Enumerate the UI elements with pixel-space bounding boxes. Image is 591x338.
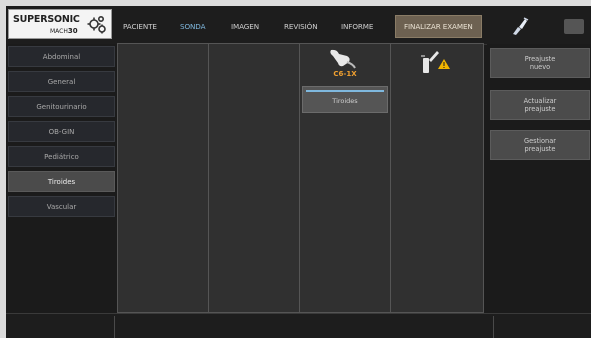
gears-icon [87, 15, 106, 34]
preset-actions: Preajuste nuevo Actualizar preajuste Gesti… [487, 44, 591, 314]
finalize-exam-button[interactable]: FINALIZAR EXAMEN [395, 15, 482, 38]
probe-preset-label: Tiroides [332, 97, 358, 105]
supersonic-logo: SUPERSONIC MACH30 [8, 9, 112, 39]
preset-tiroides[interactable]: Tiroides [8, 171, 115, 192]
preset-list: Abdominal General Genitourinario OB-GIN … [6, 44, 117, 314]
tab-revision[interactable]: REVISIÓN [284, 22, 318, 31]
logo-brand: SUPERSONIC [13, 14, 80, 25]
preset-ob-gin[interactable]: OB-GIN [8, 121, 115, 142]
preset-pediatrico[interactable]: Pediátrico [8, 146, 115, 167]
manage-preset-button[interactable]: Gestionar preajuste [490, 130, 590, 160]
probe-slot-2[interactable] [208, 43, 300, 313]
preset-vascular[interactable]: Vascular [8, 196, 115, 217]
probe-warning-icon [421, 51, 450, 73]
status-indicator[interactable] [564, 19, 584, 34]
tab-paciente[interactable]: PACIENTE [123, 22, 157, 31]
tab-sonda[interactable]: SONDA [180, 22, 206, 31]
tab-imagen[interactable]: IMAGEN [231, 22, 259, 31]
preset-general[interactable]: General [8, 71, 115, 92]
preset-active-bar [306, 90, 384, 92]
probe-preset-tiroides[interactable]: Tiroides [302, 86, 388, 113]
bottom-divider [493, 316, 494, 338]
probe-name: C6-1X [333, 70, 357, 78]
c6-1x-probe-icon [330, 49, 356, 69]
ultrasound-screen: SUPERSONIC MACH30 PACIENTE SONDA IMAGEN … [6, 6, 591, 338]
tab-informe[interactable]: INFORME [341, 22, 373, 31]
bottom-divider [114, 316, 115, 338]
new-preset-button[interactable]: Preajuste nuevo [490, 48, 590, 78]
preset-abdominal[interactable]: Abdominal [8, 46, 115, 67]
probe-slot-3[interactable]: C6-1X Tiroides [299, 43, 391, 313]
probe-settings-icon[interactable] [509, 15, 531, 37]
top-bar: SUPERSONIC MACH30 PACIENTE SONDA IMAGEN … [6, 6, 591, 45]
probe-slot-1[interactable] [117, 43, 209, 313]
logo-model: MACH30 [50, 27, 78, 35]
preset-genitourinario[interactable]: Genitourinario [8, 96, 115, 117]
probe-slot-4[interactable] [390, 43, 484, 313]
bottom-bar [6, 313, 591, 338]
update-preset-button[interactable]: Actualizar preajuste [490, 90, 590, 120]
